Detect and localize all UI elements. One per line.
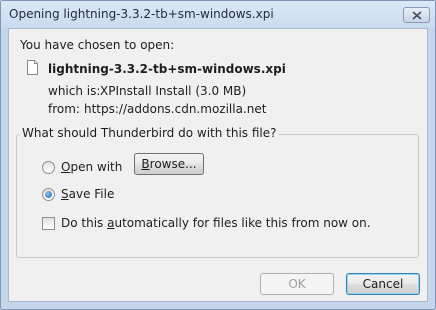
save-file-label[interactable]: Save File — [61, 187, 114, 201]
open-with-label[interactable]: Open with — [61, 160, 122, 174]
save-file-radio[interactable] — [42, 188, 55, 201]
close-button[interactable] — [403, 7, 430, 23]
dialog-window: Opening lightning-3.3.2-tb+sm-windows.xp… — [0, 0, 436, 310]
window-title: Opening lightning-3.3.2-tb+sm-windows.xp… — [9, 7, 274, 21]
intro-text: You have chosen to open: — [20, 38, 175, 52]
title-bar[interactable]: Opening lightning-3.3.2-tb+sm-windows.xp… — [1, 1, 435, 28]
browse-button[interactable]: Browse... — [134, 153, 204, 175]
source-url: https://addons.cdn.mozilla.net — [84, 102, 267, 116]
from-label: from: — [48, 102, 80, 116]
radio-selected-dot — [45, 191, 52, 198]
file-type-value: XPInstall Install (3.0 MB) — [100, 84, 247, 98]
which-is-label: which is: — [48, 84, 101, 98]
dialog-body: You have chosen to open: lightning-3.3.2… — [8, 28, 428, 302]
auto-action-label[interactable]: Do this automatically for files like thi… — [61, 216, 371, 230]
ok-button[interactable]: OK — [260, 273, 334, 295]
auto-action-checkbox[interactable] — [42, 217, 55, 230]
close-icon — [412, 11, 422, 20]
cancel-button[interactable]: Cancel — [346, 273, 420, 295]
filename: lightning-3.3.2-tb+sm-windows.xpi — [48, 62, 286, 76]
file-icon — [27, 60, 38, 75]
action-group-legend: What should Thunderbird do with this fil… — [20, 126, 279, 140]
action-group: What should Thunderbird do with this fil… — [16, 126, 419, 258]
open-with-radio[interactable] — [42, 161, 55, 174]
